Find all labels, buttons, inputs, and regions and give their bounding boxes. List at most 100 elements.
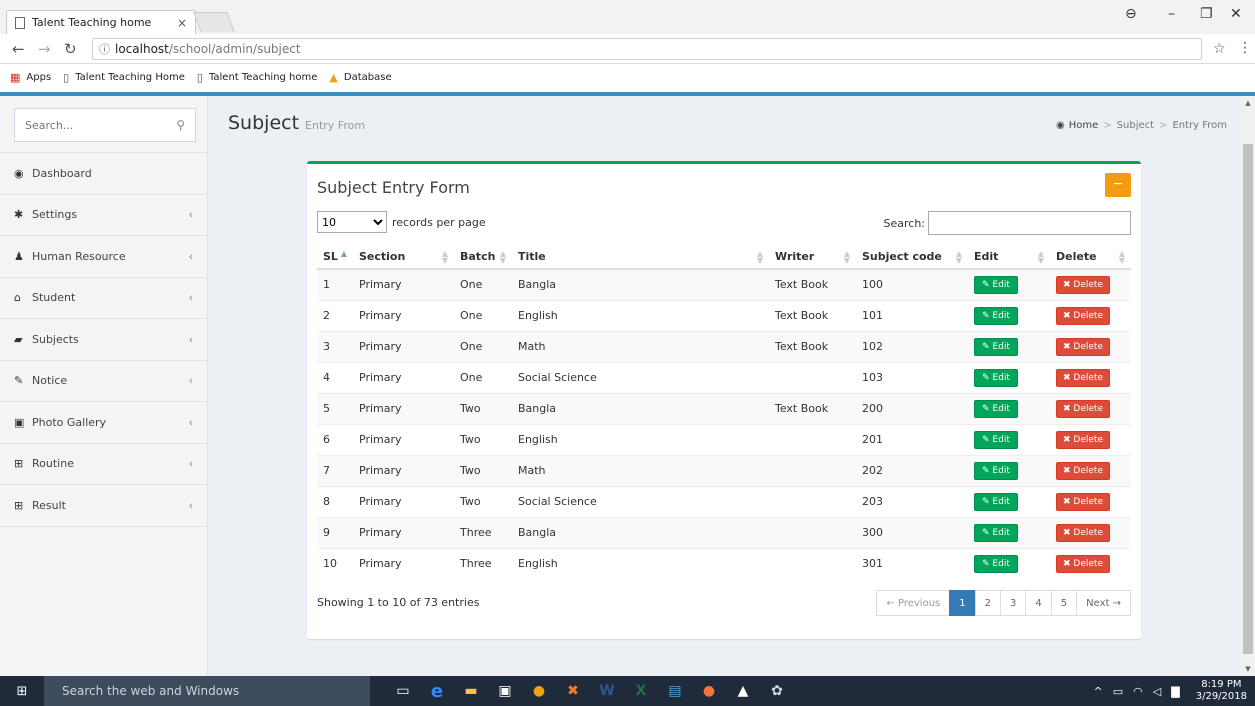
sidebar-item-photo-gallery[interactable]: ▣ Photo Gallery ‹ xyxy=(0,402,207,444)
pagination-next[interactable]: Next → xyxy=(1076,590,1131,616)
edit-button[interactable]: ✎ Edit xyxy=(974,306,1018,325)
sidebar-item-result[interactable]: ⊞ Result ‹ xyxy=(0,485,207,527)
chevron-up-icon[interactable]: ^ xyxy=(1094,685,1103,698)
delete-button[interactable]: ✖ Delete xyxy=(1056,554,1110,573)
column-header-title[interactable]: Title ▲ ▼ xyxy=(512,245,769,270)
delete-button[interactable]: ✖ Delete xyxy=(1056,430,1110,449)
bookmark-apps[interactable]: ▦ Apps xyxy=(10,71,51,84)
records-per-page: 10 records per page xyxy=(317,211,486,233)
excel-icon[interactable]: X xyxy=(624,676,658,706)
search-icon[interactable]: ⚲ xyxy=(176,118,185,132)
pagination-previous[interactable]: ← Previous xyxy=(876,590,951,616)
table-search-input[interactable] xyxy=(928,211,1131,235)
app-icon[interactable]: ▤ xyxy=(658,676,692,706)
edit-button[interactable]: ✎ Edit xyxy=(974,368,1018,387)
delete-button[interactable]: ✖ Delete xyxy=(1056,337,1110,356)
xampp-icon[interactable]: ✖ xyxy=(556,676,590,706)
task-view-icon[interactable]: ▭ xyxy=(386,676,420,706)
column-header-writer[interactable]: Writer ▲ ▼ xyxy=(769,245,856,270)
close-window-icon[interactable]: ✕ xyxy=(1230,6,1242,22)
battery-icon[interactable]: ▭ xyxy=(1113,685,1123,698)
chevron-left-icon: ‹ xyxy=(188,415,193,429)
edit-button[interactable]: ✎ Edit xyxy=(974,461,1018,480)
edit-button[interactable]: ✎ Edit xyxy=(974,337,1018,356)
edit-button[interactable]: ✎ Edit xyxy=(974,399,1018,418)
minimize-icon[interactable]: – xyxy=(1168,6,1175,22)
records-per-page-select[interactable]: 10 xyxy=(317,211,387,233)
tab-close-icon[interactable]: × xyxy=(177,16,187,30)
column-header-subject-code[interactable]: Subject code ▲ ▼ xyxy=(856,245,968,270)
firefox-icon[interactable]: ● xyxy=(692,676,726,706)
notifications-icon[interactable]: ▇ xyxy=(1171,685,1179,698)
column-header-section[interactable]: Section ▲ ▼ xyxy=(353,245,454,270)
pagination-page-2[interactable]: 2 xyxy=(974,590,1002,616)
maximize-icon[interactable]: ❐ xyxy=(1200,6,1213,22)
site-info-icon[interactable]: ⓘ xyxy=(99,41,110,57)
back-icon[interactable]: ← xyxy=(12,40,25,58)
taskbar-search[interactable]: Search the web and Windows xyxy=(44,676,370,706)
gear-icon: ✱ xyxy=(14,208,24,222)
scrollbar-thumb[interactable] xyxy=(1243,144,1253,654)
forward-icon[interactable]: → xyxy=(38,40,51,58)
edit-button[interactable]: ✎ Edit xyxy=(974,430,1018,449)
url-input[interactable]: ⓘ localhost /school/admin/subject xyxy=(92,38,1202,60)
sidebar-item-routine[interactable]: ⊞ Routine ‹ xyxy=(0,444,207,485)
scroll-down-arrow-icon[interactable]: ▼ xyxy=(1241,662,1255,676)
sidebar-item-settings[interactable]: ✱ Settings ‹ xyxy=(0,195,207,236)
bookmark-talent-teaching-2[interactable]: ▯ Talent Teaching home xyxy=(197,71,318,84)
breadcrumb-subject[interactable]: Subject xyxy=(1117,120,1154,131)
store-icon[interactable]: ▣ xyxy=(488,676,522,706)
sidebar-item-human-resource[interactable]: ♟ Human Resource ‹ xyxy=(0,236,207,278)
chrome-icon[interactable]: ● xyxy=(522,676,556,706)
scroll-up-arrow-icon[interactable]: ▲ xyxy=(1241,96,1255,110)
sidebar-item-subjects[interactable]: ▰ Subjects ‹ xyxy=(0,319,207,361)
delete-button[interactable]: ✖ Delete xyxy=(1056,368,1110,387)
edit-button[interactable]: ✎ Edit xyxy=(974,523,1018,542)
column-header-sl[interactable]: SL ▲ xyxy=(317,245,353,270)
edit-button[interactable]: ✎ Edit xyxy=(974,554,1018,573)
sidebar-item-dashboard[interactable]: ◉ Dashboard xyxy=(0,153,207,195)
delete-button[interactable]: ✖ Delete xyxy=(1056,523,1110,542)
page-scrollbar[interactable]: ▲ ▼ xyxy=(1241,96,1255,676)
volume-icon[interactable]: ◁ xyxy=(1153,685,1161,698)
column-header-edit[interactable]: Edit ▲ ▼ xyxy=(968,245,1050,270)
column-header-batch[interactable]: Batch ▲ ▼ xyxy=(454,245,512,270)
delete-button[interactable]: ✖ Delete xyxy=(1056,306,1110,325)
browser-tab[interactable]: Talent Teaching home × xyxy=(6,10,196,34)
sidebar-menu: ◉ Dashboard ✱ Settings ‹ ♟ Human Resourc… xyxy=(0,152,207,527)
clock[interactable]: 8:19 PM 3/29/2018 xyxy=(1196,679,1247,703)
edge-icon[interactable]: e xyxy=(420,676,454,706)
column-header-delete[interactable]: Delete ▲ ▼ xyxy=(1050,245,1131,270)
wifi-icon[interactable]: ◠ xyxy=(1133,685,1143,698)
new-tab-button[interactable] xyxy=(193,12,235,32)
app-icon[interactable]: ✿ xyxy=(760,676,794,706)
browser-menu-icon[interactable]: ⋮ xyxy=(1238,40,1252,56)
reload-icon[interactable]: ↻ xyxy=(64,40,77,58)
bookmark-talent-teaching-1[interactable]: ▯ Talent Teaching Home xyxy=(63,71,185,84)
file-explorer-icon[interactable]: ▬ xyxy=(454,676,488,706)
sidebar-item-student[interactable]: ⌂ Student ‹ xyxy=(0,278,207,319)
pencil-icon: ✎ xyxy=(982,372,990,383)
pagination-page-3[interactable]: 3 xyxy=(1000,590,1027,616)
photos-icon[interactable]: ▲ xyxy=(726,676,760,706)
pagination-page-1[interactable]: 1 xyxy=(949,590,976,616)
sidebar-item-notice[interactable]: ✎ Notice ‹ xyxy=(0,361,207,402)
bookmark-database[interactable]: ▲ Database xyxy=(329,71,391,84)
table-row: 2 Primary One English Text Book 101 ✎ Ed… xyxy=(317,299,1131,331)
profile-icon[interactable]: ⊖ xyxy=(1125,6,1137,22)
delete-button[interactable]: ✖ Delete xyxy=(1056,275,1110,294)
windows-start-icon[interactable]: ⊞ xyxy=(0,676,44,706)
close-icon: ✖ xyxy=(1063,310,1071,321)
pagination-page-4[interactable]: 4 xyxy=(1025,590,1052,616)
breadcrumb-home[interactable]: Home xyxy=(1069,120,1099,131)
bookmark-star-icon[interactable]: ☆ xyxy=(1213,41,1226,57)
sidebar-search-input[interactable] xyxy=(25,118,177,132)
word-icon[interactable]: W xyxy=(590,676,624,706)
delete-button[interactable]: ✖ Delete xyxy=(1056,461,1110,480)
delete-button[interactable]: ✖ Delete xyxy=(1056,399,1110,418)
edit-button[interactable]: ✎ Edit xyxy=(974,275,1018,294)
collapse-button[interactable]: − xyxy=(1105,173,1131,197)
pagination-page-5[interactable]: 5 xyxy=(1050,590,1078,616)
delete-button[interactable]: ✖ Delete xyxy=(1056,492,1110,511)
edit-button[interactable]: ✎ Edit xyxy=(974,492,1018,511)
